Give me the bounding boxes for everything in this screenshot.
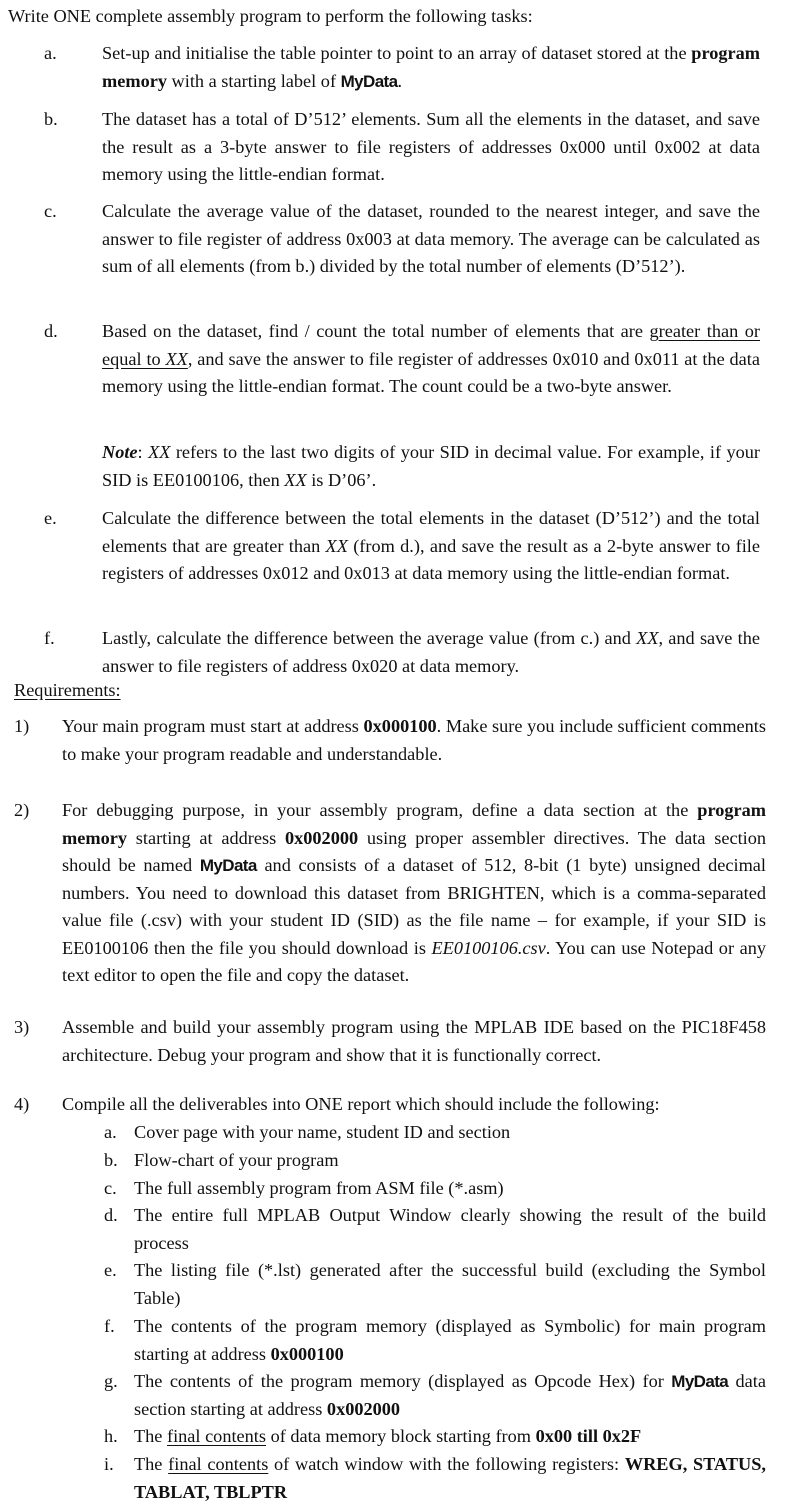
deliverable-d-letter: d. [104,1205,118,1225]
requirement-1-number: 1) [14,716,30,736]
req-1-part: Your main program must start at address [62,716,364,736]
deliverable-h-letter: h. [104,1426,118,1446]
requirement-2-text: For debugging purpose, in your assembly … [62,797,766,990]
task-f-text: Lastly, calculate the difference between… [102,625,760,680]
task-c-letter: c. [44,201,57,221]
req-2-part: starting at address [126,827,285,848]
task-d-part: , and save the answer to file register o… [102,348,760,397]
final-contents-underlined: final contents [168,1454,269,1474]
task-d-text: Based on the dataset, find / count the t… [102,318,760,401]
task-a-part: with a starting label of [166,70,341,91]
task-f-part: Lastly, calculate the difference between… [102,628,637,648]
xx-italic: XX [284,469,307,490]
deliverable-i-part: The [134,1454,169,1474]
xx-italic: XX [636,628,659,648]
deliverable-c-text: The full assembly program from ASM file … [134,1178,504,1198]
note-part: is D’06’. [306,469,377,490]
deliverable-g-text: The contents of the program memory (disp… [134,1368,766,1423]
address-bold: 0x000100 [363,716,437,736]
requirement-2-number: 2) [14,800,30,820]
deliverable-h-part: of data memory block starting from [266,1426,536,1446]
requirement-3-text: Assemble and build your assembly program… [62,1017,766,1065]
mydata-label: MyData [340,71,398,91]
note-part: : [137,442,149,462]
task-a-part: . [397,70,403,91]
task-a-part: Set-up and initialise the table pointer … [102,43,692,63]
note-part: refers to the last two digits of your SI… [102,442,760,490]
deliverable-e-text: The listing file (*.lst) generated after… [134,1260,766,1308]
deliverable-d-text: The entire full MPLAB Output Window clea… [134,1205,766,1253]
task-c-text: Calculate the average value of the datas… [102,201,760,276]
deliverable-h-part: The [134,1426,167,1446]
deliverable-f-letter: f. [104,1316,115,1336]
note-label: Note [102,442,138,462]
requirement-4-text: Compile all the deliverables into ONE re… [62,1094,660,1114]
requirements-heading: Requirements: [14,680,121,700]
deliverable-i-part: of watch window with the following regis… [268,1454,625,1474]
task-a-letter: a. [44,43,57,63]
deliverable-a-text: Cover page with your name, student ID an… [134,1122,511,1142]
task-e-letter: e. [44,508,57,528]
task-d-letter: d. [44,321,58,341]
deliverable-i-text: The final contents of watch window with … [134,1451,766,1506]
xx-italic: XX [325,535,348,556]
requirement-1-text: Your main program must start at address … [62,713,766,768]
deliverable-f-text: The contents of the program memory (disp… [134,1313,766,1368]
req-2-part: For debugging purpose, in your assembly … [62,800,698,820]
address-bold: 0x002000 [284,827,359,848]
deliverable-c-letter: c. [104,1178,117,1198]
requirement-4-number: 4) [14,1094,30,1114]
task-d-part: Based on the dataset, find / count the t… [102,321,650,341]
deliverable-b-text: Flow-chart of your program [134,1150,339,1170]
task-e-text: Calculate the difference between the tot… [102,505,760,588]
csv-filename-italic: EE0100106.csv [431,937,546,958]
final-contents-underlined: final contents [167,1426,266,1446]
deliverable-i-letter: i. [104,1454,114,1474]
task-b-text: The dataset has a total of D’512’ elemen… [102,109,760,184]
address-range-bold: 0x00 till 0x2F [535,1426,642,1446]
task-b-letter: b. [44,109,58,129]
deliverable-b-letter: b. [104,1150,118,1170]
address-bold: 0x002000 [326,1398,401,1419]
requirement-3-number: 3) [14,1017,30,1037]
deliverable-f-part: The contents of the program memory (disp… [134,1316,766,1364]
xx-italic: XX [165,348,188,369]
deliverable-e-letter: e. [104,1260,117,1280]
deliverable-h-text: The final contents of data memory block … [134,1423,766,1451]
deliverable-g-part: The contents of the program memory (disp… [134,1371,672,1391]
mydata-label: MyData [671,1372,729,1391]
deliverable-a-letter: a. [104,1122,117,1142]
task-f-letter: f. [44,628,55,648]
xx-italic: XX [148,442,171,462]
note-text: Note: XX refers to the last two digits o… [102,439,760,494]
mydata-label: MyData [199,856,257,875]
deliverable-g-letter: g. [104,1371,118,1391]
task-a-text: Set-up and initialise the table pointer … [102,40,760,95]
address-bold: 0x000100 [270,1343,344,1364]
document-title: Write ONE complete assembly program to p… [8,6,533,26]
